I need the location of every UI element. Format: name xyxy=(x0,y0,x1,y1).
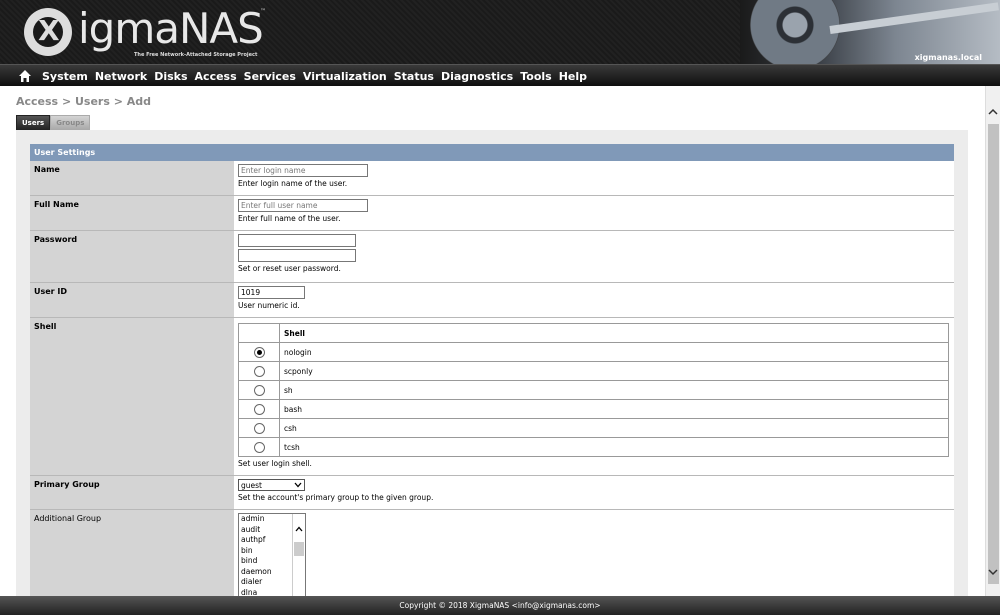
shell-row[interactable]: csh xyxy=(238,418,949,438)
userid-description: User numeric id. xyxy=(238,301,300,310)
additional-group-list[interactable]: admin audit authpf bin bind daemon diale… xyxy=(238,513,306,597)
shell-row[interactable]: scponly xyxy=(238,361,949,381)
primary-group-label: Primary Group xyxy=(30,476,234,509)
name-description: Enter login name of the user. xyxy=(238,179,348,188)
logo-x-letter: X xyxy=(38,14,60,47)
chevron-up-icon[interactable] xyxy=(295,526,303,532)
user-id-input[interactable] xyxy=(238,286,305,299)
userid-label: User ID xyxy=(30,283,234,317)
shell-label: Shell xyxy=(30,318,234,475)
nav-virtualization[interactable]: Virtualization xyxy=(303,70,387,83)
shell-option-label: tcsh xyxy=(279,437,949,457)
shell-option-label: bash xyxy=(279,399,949,419)
fullname-label: Full Name xyxy=(30,196,234,230)
row-fullname: Full Name Enter full name of the user. xyxy=(30,196,954,231)
name-label: Name xyxy=(30,161,234,195)
password-input[interactable] xyxy=(238,234,356,247)
header-banner: X igmaNAS ™ The Free Network-Attached St… xyxy=(0,0,1000,64)
main-content: Access > Users > Add Users Groups User S… xyxy=(0,86,985,610)
row-password: Password Set or reset user password. xyxy=(30,231,954,283)
primary-group-select[interactable]: guest xyxy=(238,479,305,491)
shell-select-header xyxy=(238,323,280,343)
nav-disks[interactable]: Disks xyxy=(154,70,187,83)
shell-radio-scponly[interactable] xyxy=(253,365,265,377)
page-scroll-thumb[interactable] xyxy=(988,124,999,584)
home-icon[interactable] xyxy=(18,69,32,83)
section-title: User Settings xyxy=(30,144,954,161)
breadcrumb: Access > Users > Add xyxy=(16,95,152,108)
logo-wordmark: igmaNAS xyxy=(78,4,264,53)
row-name: Name Enter login name of the user. xyxy=(30,161,954,196)
tab-groups[interactable]: Groups xyxy=(50,115,91,131)
chevron-down-icon xyxy=(294,482,302,488)
shell-column-header: Shell xyxy=(279,323,949,343)
shell-row[interactable]: bash xyxy=(238,399,949,419)
nav-network[interactable]: Network xyxy=(95,70,147,83)
primary-group-description: Set the account's primary group to the g… xyxy=(238,493,434,502)
logo-tagline: The Free Network-Attached Storage Projec… xyxy=(134,52,258,58)
page-scrollbar[interactable] xyxy=(985,86,1000,596)
password-confirm-input[interactable] xyxy=(238,249,356,262)
fullname-description: Enter full name of the user. xyxy=(238,214,341,223)
additional-group-label: Additional Group xyxy=(30,510,234,610)
scroll-up-icon[interactable] xyxy=(988,108,998,116)
password-description: Set or reset user password. xyxy=(238,264,341,273)
shell-option-label: sh xyxy=(279,380,949,400)
shell-row[interactable]: tcsh xyxy=(238,437,949,457)
shell-option-label: csh xyxy=(279,418,949,438)
password-label: Password xyxy=(30,231,234,282)
hostname-label: xigmanas.local xyxy=(914,53,982,62)
row-additional-group: Additional Group admin audit authpf bin … xyxy=(30,510,954,610)
row-userid: User ID User numeric id. xyxy=(30,283,954,318)
shell-option-label: nologin xyxy=(279,342,949,362)
row-primary-group: Primary Group guest Set the account's pr… xyxy=(30,476,954,510)
shell-row[interactable]: nologin xyxy=(238,342,949,362)
nav-help[interactable]: Help xyxy=(559,70,587,83)
shell-radio-bash[interactable] xyxy=(253,403,265,415)
list-scrollbar[interactable] xyxy=(292,514,305,596)
shell-radio-sh[interactable] xyxy=(253,384,265,396)
tab-users[interactable]: Users xyxy=(16,115,51,131)
logo-trademark: ™ xyxy=(260,8,266,15)
shell-table: Shell nologin scponly sh bash csh tcsh xyxy=(238,323,949,457)
nav-access[interactable]: Access xyxy=(195,70,237,83)
login-name-input[interactable] xyxy=(238,164,368,177)
shell-radio-csh[interactable] xyxy=(253,422,265,434)
copyright-text: Copyright © 2018 XigmaNAS <info@xigmanas… xyxy=(399,601,601,610)
nav-diagnostics[interactable]: Diagnostics xyxy=(441,70,513,83)
footer: Copyright © 2018 XigmaNAS <info@xigmanas… xyxy=(0,596,1000,615)
nav-services[interactable]: Services xyxy=(244,70,296,83)
nav-tools[interactable]: Tools xyxy=(520,70,551,83)
list-scroll-thumb[interactable] xyxy=(294,542,304,556)
shell-description: Set user login shell. xyxy=(238,459,312,468)
shell-row[interactable]: sh xyxy=(238,380,949,400)
scroll-down-icon[interactable] xyxy=(988,568,998,576)
main-navigation: System Network Disks Access Services Vir… xyxy=(0,64,1000,87)
primary-group-value: guest xyxy=(241,480,262,490)
form-panel: User Settings Name Enter login name of t… xyxy=(16,130,968,610)
shell-radio-tcsh[interactable] xyxy=(253,441,265,453)
nav-status[interactable]: Status xyxy=(394,70,434,83)
tab-bar: Users Groups xyxy=(16,115,91,131)
nav-system[interactable]: System xyxy=(42,70,88,83)
full-name-input[interactable] xyxy=(238,199,368,212)
shell-option-label: scponly xyxy=(279,361,949,381)
shell-radio-nologin[interactable] xyxy=(253,346,265,358)
user-settings-form: User Settings Name Enter login name of t… xyxy=(30,144,954,610)
row-shell: Shell Shell nologin scponly sh bash csh … xyxy=(30,318,954,476)
